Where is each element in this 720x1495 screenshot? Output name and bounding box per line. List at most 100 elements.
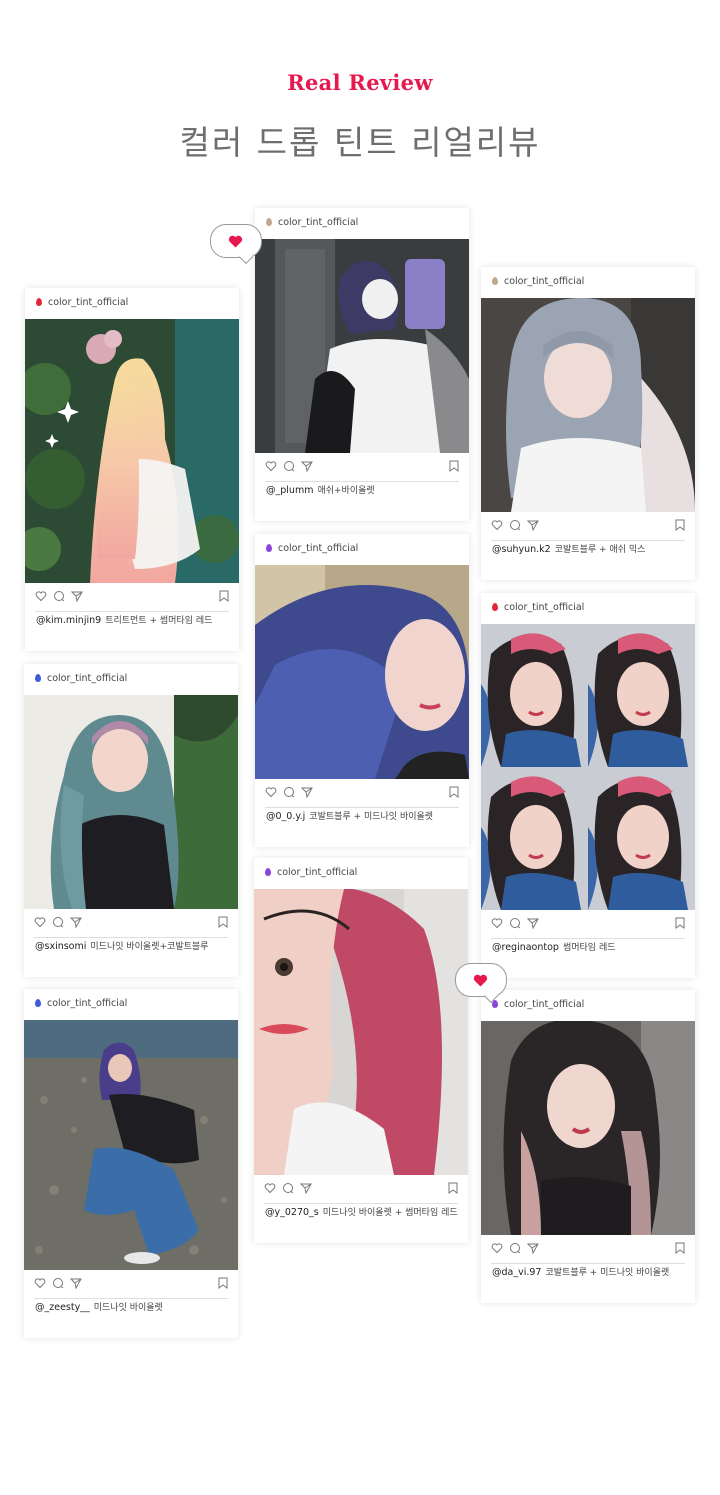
caption: @kim.minjin9 트리트먼트 + 썸머타임 레드 — [36, 613, 212, 626]
username[interactable]: @reginaontop — [492, 942, 559, 953]
username[interactable]: @da_vi.97 — [492, 1267, 541, 1278]
share-icon[interactable] — [527, 917, 539, 929]
comment-icon[interactable] — [52, 1277, 64, 1289]
heart-icon[interactable] — [491, 917, 503, 929]
share-icon[interactable] — [527, 519, 539, 531]
share-icon[interactable] — [70, 1277, 82, 1289]
comment-icon[interactable] — [509, 519, 521, 531]
account-name[interactable]: color_tint_official — [47, 998, 127, 1009]
blue-drop-icon — [35, 999, 41, 1007]
comment-icon[interactable] — [509, 917, 521, 929]
review-card: color_tint_official @sxinsomi 미드나잇 바이올렛+코… — [24, 664, 238, 977]
action-bar — [481, 910, 695, 940]
heart-icon — [228, 235, 243, 248]
share-icon[interactable] — [71, 590, 83, 602]
caption: @y_0270_s 미드나잇 바이올렛 + 썸머타임 레드 — [265, 1205, 458, 1218]
bookmark-icon[interactable] — [218, 1277, 228, 1289]
purple-drop-icon — [265, 868, 271, 876]
account-name[interactable]: color_tint_official — [278, 543, 358, 554]
review-card: color_tint_official @kim.minjin9 트리트먼트 +… — [25, 288, 239, 651]
review-photo[interactable] — [25, 319, 239, 583]
bookmark-icon[interactable] — [449, 786, 459, 798]
review-card: color_tint_official @da_vi.97 코발트블루 + 미드나… — [481, 990, 695, 1303]
heart-icon[interactable] — [265, 460, 277, 472]
username[interactable]: @y_0270_s — [265, 1207, 319, 1218]
username[interactable]: @_zeesty__ — [35, 1302, 90, 1313]
account-name[interactable]: color_tint_official — [504, 602, 584, 613]
heart-bubble-icon — [210, 224, 262, 265]
heart-icon[interactable] — [491, 1242, 503, 1254]
account-name[interactable]: color_tint_official — [504, 276, 584, 287]
review-card: color_tint_official @_zeesty__ 미드나잇 바이올렛 — [24, 989, 238, 1338]
comment-icon[interactable] — [282, 1182, 294, 1194]
account-name[interactable]: color_tint_official — [504, 999, 584, 1010]
heart-icon[interactable] — [35, 590, 47, 602]
account-name[interactable]: color_tint_official — [47, 673, 127, 684]
bookmark-icon[interactable] — [219, 590, 229, 602]
action-bar — [25, 583, 239, 613]
bookmark-icon[interactable] — [448, 1182, 458, 1194]
bookmark-icon[interactable] — [675, 1242, 685, 1254]
review-card: color_tint_official @suhyun.k2 코발트블루 + 애쉬… — [481, 267, 695, 580]
comment-icon[interactable] — [509, 1242, 521, 1254]
caption: @sxinsomi 미드나잇 바이올렛+코발트블루 — [35, 939, 208, 952]
review-photo[interactable] — [255, 565, 469, 779]
action-bar — [24, 909, 238, 939]
review-photo[interactable] — [24, 695, 238, 909]
comment-icon[interactable] — [283, 786, 295, 798]
username[interactable]: @suhyun.k2 — [492, 544, 551, 555]
card-header: color_tint_official — [24, 664, 238, 695]
card-header: color_tint_official — [481, 990, 695, 1021]
caption: @_plumm 애쉬+바이올렛 — [266, 483, 375, 496]
username[interactable]: @kim.minjin9 — [36, 615, 101, 626]
caption-text: 코발트블루 + 미드나잇 바이올렛 — [309, 812, 434, 822]
share-icon[interactable] — [301, 786, 313, 798]
share-icon[interactable] — [301, 460, 313, 472]
action-bar — [254, 1175, 468, 1205]
purple-drop-icon — [492, 1000, 498, 1008]
card-header: color_tint_official — [254, 858, 468, 889]
share-icon[interactable] — [300, 1182, 312, 1194]
review-card: color_tint_official @0_0.y.j 코발트블루 + 미드나잇… — [255, 534, 469, 847]
card-header: color_tint_official — [255, 534, 469, 565]
account-name[interactable]: color_tint_official — [277, 867, 357, 878]
comment-icon[interactable] — [283, 460, 295, 472]
heart-icon[interactable] — [264, 1182, 276, 1194]
username[interactable]: @_plumm — [266, 485, 313, 496]
caption-text: 썸머타임 레드 — [562, 943, 616, 953]
account-name[interactable]: color_tint_official — [278, 217, 358, 228]
divider — [34, 1298, 228, 1299]
review-photo[interactable] — [254, 889, 468, 1175]
username[interactable]: @0_0.y.j — [266, 811, 305, 822]
bookmark-icon[interactable] — [675, 917, 685, 929]
share-icon[interactable] — [70, 916, 82, 928]
card-header: color_tint_official — [24, 989, 238, 1020]
heart-icon[interactable] — [491, 519, 503, 531]
caption-text: 미드나잇 바이올렛+코발트블루 — [90, 942, 209, 952]
page-title-en: Real Review — [287, 70, 433, 95]
bookmark-icon[interactable] — [218, 916, 228, 928]
caption: @_zeesty__ 미드나잇 바이올렛 — [35, 1300, 163, 1313]
comment-icon[interactable] — [52, 916, 64, 928]
heart-icon[interactable] — [265, 786, 277, 798]
heart-icon[interactable] — [34, 916, 46, 928]
heart-icon[interactable] — [34, 1277, 46, 1289]
bookmark-icon[interactable] — [675, 519, 685, 531]
review-card: color_tint_official @_plumm 애쉬+바이올렛 — [255, 208, 469, 521]
divider — [34, 937, 228, 938]
page-title-ko: 컬러 드롭 틴트 리얼리뷰 — [179, 123, 541, 162]
comment-icon[interactable] — [53, 590, 65, 602]
heart-icon — [473, 974, 488, 987]
action-bar — [481, 1235, 695, 1265]
divider — [264, 1203, 458, 1204]
bookmark-icon[interactable] — [449, 460, 459, 472]
review-photo[interactable] — [255, 239, 469, 453]
account-name[interactable]: color_tint_official — [48, 297, 128, 308]
review-photo[interactable] — [24, 1020, 238, 1270]
review-photo[interactable] — [481, 1021, 695, 1235]
review-photo[interactable] — [481, 298, 695, 512]
username[interactable]: @sxinsomi — [35, 941, 86, 952]
review-photo[interactable] — [481, 624, 695, 910]
caption-text: 애쉬+바이올렛 — [317, 486, 375, 496]
share-icon[interactable] — [527, 1242, 539, 1254]
